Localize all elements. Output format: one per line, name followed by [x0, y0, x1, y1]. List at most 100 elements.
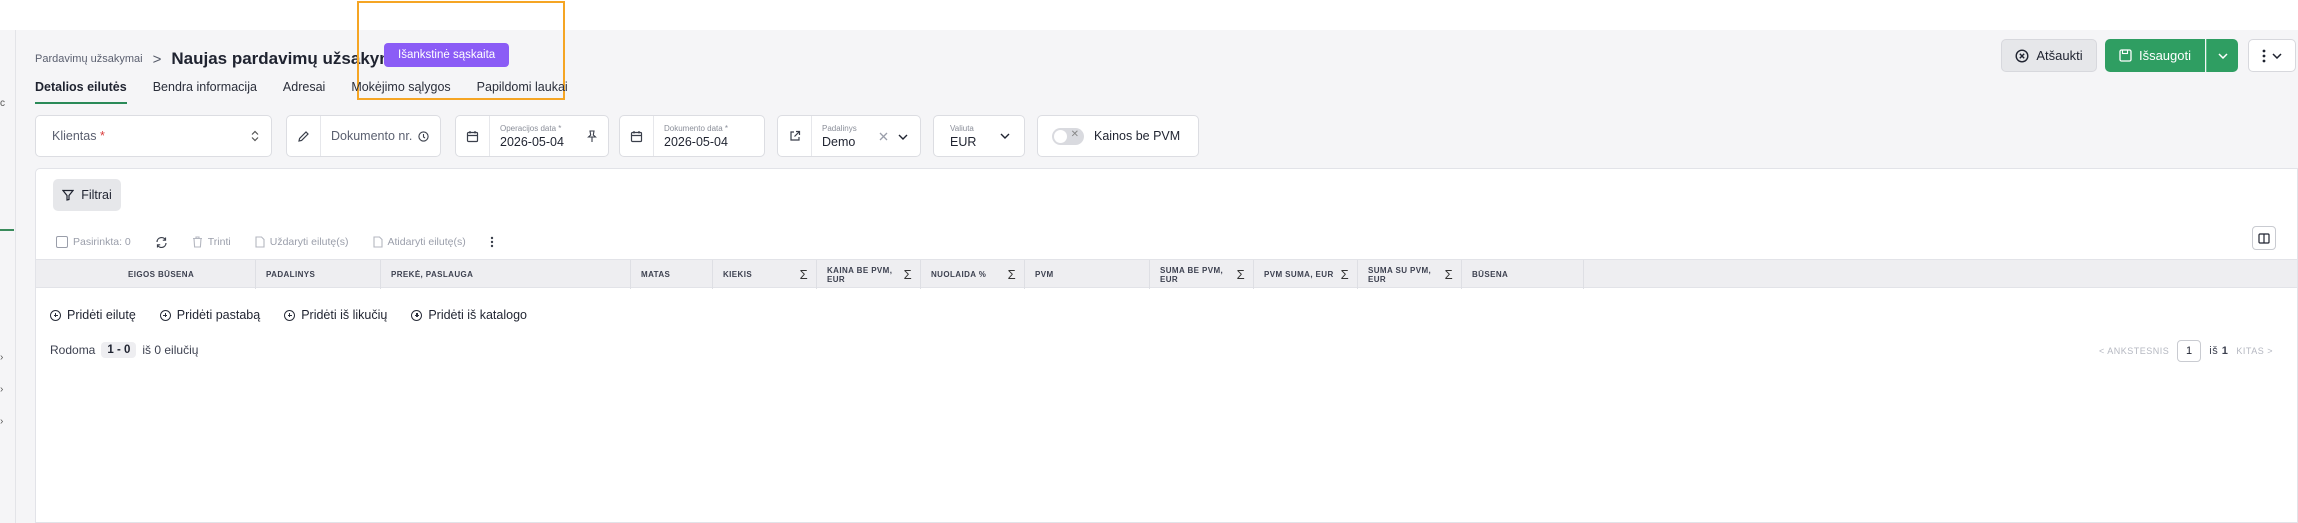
sidebar-glyph: c — [0, 98, 5, 109]
currency-label: Valiuta — [950, 123, 974, 133]
column-layout-button[interactable] — [2252, 226, 2276, 250]
add-row-button[interactable]: Pridėti eilutę — [50, 308, 136, 322]
unit-select[interactable]: Padalinys Demo — [777, 115, 921, 157]
vat-toggle-switch[interactable]: ✕ — [1052, 127, 1084, 145]
columns-icon — [2258, 232, 2270, 244]
column-header[interactable]: KAINA BE PVM, EUR Σ — [817, 260, 921, 289]
page-number-input[interactable]: 1 — [2177, 340, 2202, 362]
trash-icon — [192, 236, 202, 248]
column-header[interactable]: PVM — [1025, 260, 1150, 289]
close-rows-label: Uždaryti eilutę(s) — [269, 236, 349, 248]
column-header[interactable]: PREKĖ, PASLAUGA — [381, 260, 631, 289]
chevron-right-icon: > — [152, 50, 162, 68]
calendar-icon — [620, 116, 654, 156]
add-circle-icon — [50, 309, 61, 321]
calendar-icon — [456, 116, 490, 156]
client-label: Klientas * — [52, 129, 105, 143]
chevron-down-icon — [2217, 52, 2228, 59]
sidebar-glyph: › — [0, 384, 4, 395]
external-link-icon[interactable] — [778, 116, 812, 156]
column-header[interactable]: EIGOS BŪSENA — [36, 260, 256, 289]
tab-addresses[interactable]: Adresai — [283, 80, 325, 104]
save-options-dropdown[interactable] — [2206, 39, 2238, 72]
column-header[interactable]: BŪSENA — [1462, 260, 1584, 289]
column-header[interactable]: SUMA SU PVM, EUR Σ — [1358, 260, 1462, 289]
add-from-catalog-button[interactable]: Pridėti iš katalogo — [411, 308, 527, 322]
unit-label: Padalinys — [822, 123, 857, 133]
delete-button[interactable]: Trinti — [192, 236, 231, 248]
column-header[interactable]: PADALINYS — [256, 260, 381, 289]
sum-icon[interactable]: Σ — [1341, 268, 1349, 281]
toggle-knob — [1054, 129, 1067, 143]
sum-icon[interactable]: Σ — [800, 268, 808, 281]
document-number-field[interactable]: Dokumento nr. — [286, 115, 441, 157]
document-date-value: 2026-05-04 — [664, 134, 728, 149]
document-number-placeholder: Dokumento nr. — [331, 129, 413, 143]
prev-page-button[interactable]: < ANKSTESNIS — [2099, 346, 2169, 356]
client-select[interactable]: Klientas * — [35, 115, 272, 157]
breadcrumb-parent-link[interactable]: Pardavimų užsakymai — [35, 53, 143, 65]
open-rows-label: Atidaryti eilutę(s) — [387, 236, 466, 248]
sidebar-glyph: › — [0, 352, 4, 363]
tab-general-info[interactable]: Bendra informacija — [153, 80, 257, 104]
currency-select[interactable]: Valiuta EUR — [933, 115, 1025, 157]
tab-bar: Detalios eilutės Bendra informacija Adre… — [35, 80, 594, 104]
add-note-button[interactable]: Pridėti pastabą — [159, 308, 260, 322]
column-header[interactable]: KIEKIS Σ — [713, 260, 817, 289]
page-of-label: iš 1 — [2209, 345, 2229, 357]
operation-date-field[interactable]: Operacijos data * 2026-05-04 — [455, 115, 609, 157]
more-actions-button[interactable] — [2248, 39, 2296, 72]
cancel-label: Atšaukti — [2036, 48, 2083, 63]
checkbox[interactable] — [56, 236, 68, 248]
toolbar-more-button[interactable] — [490, 236, 494, 248]
refresh-button[interactable] — [155, 236, 168, 249]
document-type-badge[interactable]: Išankstinė sąskaita — [384, 43, 510, 67]
column-header[interactable]: MATAS — [631, 260, 713, 289]
document-date-field[interactable]: Dokumento data * 2026-05-04 — [619, 115, 765, 157]
kebab-menu-icon — [2262, 49, 2266, 62]
top-strip — [0, 0, 2298, 30]
close-circle-icon — [2015, 48, 2029, 63]
chevron-down-icon[interactable] — [898, 134, 908, 140]
column-header[interactable]: NUOLAIDA % Σ — [921, 260, 1025, 289]
kebab-menu-icon — [490, 236, 493, 248]
prices-without-vat-toggle-field[interactable]: ✕ Kainos be PVM — [1037, 115, 1199, 157]
clear-icon[interactable] — [879, 132, 888, 141]
unit-value: Demo — [822, 134, 856, 149]
app-window: c › › › Pardavimų užsakymai > Naujas par… — [0, 0, 2298, 523]
info-icon — [418, 130, 429, 142]
refresh-icon — [156, 236, 167, 248]
select-arrows-icon — [251, 130, 259, 142]
breadcrumb: Pardavimų užsakymai > Naujas pardavimų u… — [35, 49, 413, 69]
selected-count: Pasirinkta: 0 — [73, 236, 131, 248]
tab-payment-terms[interactable]: Mokėjimo sąlygos — [351, 80, 450, 104]
save-label: Išsaugoti — [2138, 48, 2192, 63]
sum-icon[interactable]: Σ — [904, 268, 912, 281]
filters-button[interactable]: Filtrai — [53, 179, 121, 211]
document-open-icon — [372, 236, 383, 248]
save-button[interactable]: Išsaugoti — [2105, 39, 2205, 72]
sum-icon[interactable]: Σ — [1445, 268, 1453, 281]
pin-icon[interactable] — [586, 130, 598, 143]
save-disk-icon — [2119, 49, 2132, 62]
range-box[interactable]: 1 - 0 — [101, 342, 137, 358]
column-header[interactable]: PVM SUMA, EUR Σ — [1254, 260, 1358, 289]
add-from-stock-button[interactable]: Pridėti iš likučių — [284, 308, 387, 322]
column-header[interactable]: SUMA BE PVM, EUR Σ — [1150, 260, 1254, 289]
sum-icon[interactable]: Σ — [1008, 268, 1016, 281]
add-circle-icon — [411, 309, 423, 321]
document-close-icon — [255, 236, 265, 248]
tab-additional-fields[interactable]: Papildomi laukai — [477, 80, 568, 104]
close-rows-button[interactable]: Uždaryti eilutę(s) — [255, 236, 349, 248]
prices-without-vat-label: Kainos be PVM — [1094, 129, 1181, 143]
delete-label: Trinti — [207, 236, 231, 248]
select-all-checkbox[interactable]: Pasirinkta: 0 — [56, 236, 131, 248]
detail-rows-panel: Filtrai Pasirinkta: 0 Trinti Uždaryti ei… — [35, 168, 2298, 523]
cancel-button[interactable]: Atšaukti — [2001, 39, 2097, 72]
sum-icon[interactable]: Σ — [1237, 268, 1245, 281]
tab-detail-rows[interactable]: Detalios eilutės — [35, 80, 127, 104]
filter-icon — [62, 189, 75, 201]
next-page-button[interactable]: KITAS > — [2236, 346, 2273, 356]
filters-label: Filtrai — [81, 188, 112, 202]
open-rows-button[interactable]: Atidaryti eilutę(s) — [372, 236, 466, 248]
